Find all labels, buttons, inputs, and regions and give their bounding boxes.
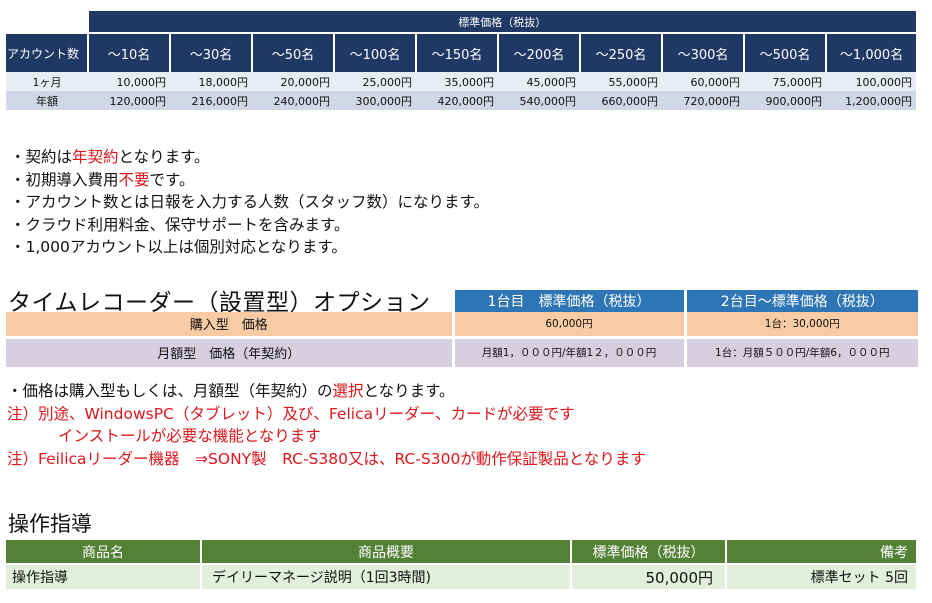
time-recorder-header-row: 1台目 標準価格（税抜） 2台目～標準価格（税抜） [6,290,918,312]
product-summary: デイリーマネージ説明（1回3時間) [200,563,571,589]
training-table: 商品名 商品概要 標準価格（税抜） 備考 操作指導 デイリーマネージ説明（1回3… [6,540,916,589]
price-cell: 60,000円 [451,312,685,337]
note-text: ・価格は購入型もしくは、月額型（年契約）の [7,382,333,400]
time-recorder-table: 1台目 標準価格（税抜） 2台目～標準価格（税抜） 購入型 価格 60,000円… [6,290,918,367]
product-name-header: 商品名 [6,540,201,564]
price-cell: 216,000円 [170,91,252,110]
price-cell: 18,000円 [170,72,252,91]
column-header: ～30名 [169,32,252,72]
note-line: ・初期導入費用不要です。 [10,169,489,192]
note-line: ・価格は購入型もしくは、月額型（年契約）の選択となります。 [7,380,646,403]
contract-notes: ・契約は年契約となります。 ・初期導入費用不要です。 ・アカウント数とは日報を入… [10,146,489,259]
note-line: ・契約は年契約となります。 [10,146,489,169]
pricing-table: 標準価格（税抜） アカウント数 ～10名 ～30名 ～50名 ～100名 ～15… [6,11,917,110]
table-row: 操作指導 デイリーマネージ説明（1回3時間) 50,000円 標準セット 5回 [6,563,916,589]
standard-price-header: 標準価格（税抜） [570,540,726,564]
note-highlight: 選択 [332,382,364,400]
price-cell: 45,000円 [498,72,580,91]
account-count-header: アカウント数 [6,32,88,72]
time-recorder-blank [6,290,453,312]
price-cell: 540,000円 [498,91,580,110]
column-header: ～50名 [251,32,334,72]
column-header: ～1,000名 [824,32,917,72]
caution-line: 注）別途、WindowsPC（タブレット）及び、Felicaリーダー、カードが必… [7,404,575,423]
price-cell: 月額1，０００円/年額1２，０００円 [451,335,685,367]
price-cell: 1台：30,000円 [683,312,918,337]
price-cell: 660,000円 [580,91,662,110]
note-highlight: 不要 [118,170,150,189]
product-name: 操作指導 [6,563,201,589]
product-summary-header: 商品概要 [200,540,571,564]
table-row-monthly-plan: 月額型 価格（年契約） 月額1，０００円/年額1２，０００円 1台：月額５００円… [6,335,918,367]
price-cell: 100,000円 [826,72,917,91]
note-line: ・クラウド利用料金、保守サポートを含みます。 [10,215,350,234]
remarks: 標準セット 5回 [725,563,916,589]
column-header: ～10名 [87,32,170,72]
note-text: となります。 [118,148,210,166]
col2-header: 2台目～標準価格（税抜） [683,290,918,312]
price-cell: 900,000円 [744,91,826,110]
price-cell: 20,000円 [252,72,334,91]
note-line: ・アカウント数とは日報を入力する人数（スタッフ数）になります。 [10,193,489,211]
note-line: ・1,000アカウント以上は個別対応となります。 [10,238,347,256]
table-row-annual: 年額 120,000円 216,000円 240,000円 300,000円 4… [6,91,917,110]
pricing-header-row: アカウント数 ～10名 ～30名 ～50名 ～100名 ～150名 ～200名 … [6,32,917,72]
column-header: ～100名 [333,32,416,72]
pricing-blank-corner [6,11,88,33]
option-notes: ・価格は購入型もしくは、月額型（年契約）の選択となります。 注）別途、Windo… [7,380,646,470]
training-title: 操作指導 [8,512,92,536]
table-row-monthly: 1ヶ月 10,000円 18,000円 20,000円 25,000円 35,0… [6,72,917,91]
pricing-title: 標準価格（税抜） [87,11,917,33]
note-text: となります。 [363,382,455,400]
price-cell: 60,000円 [662,72,744,91]
note-text: です。 [149,170,195,189]
price-cell: 25,000円 [334,72,416,91]
row-label: 1ヶ月 [6,72,88,91]
price-cell: 1,200,000円 [826,91,917,110]
column-header: ～250名 [579,32,662,72]
price-cell: 35,000円 [416,72,498,91]
price-cell: 420,000円 [416,91,498,110]
price-cell: 720,000円 [662,91,744,110]
note-text: ・初期導入費用 [10,170,119,189]
row-label: 年額 [6,91,88,110]
note-text: ・契約は [10,148,73,166]
row-label: 購入型 価格 [6,312,453,337]
remarks-header: 備考 [725,540,916,564]
note-highlight: 年契約 [72,148,119,166]
standard-price: 50,000円 [570,563,726,589]
column-header: ～200名 [497,32,580,72]
price-cell: 10,000円 [88,72,170,91]
price-cell: 55,000円 [580,72,662,91]
column-header: ～150名 [415,32,498,72]
training-header-row: 商品名 商品概要 標準価格（税抜） 備考 [6,540,916,564]
col1-header: 1台目 標準価格（税抜） [451,290,685,312]
price-cell: 1台：月額５００円/年額6，０００円 [683,335,918,367]
price-cell: 300,000円 [334,91,416,110]
column-header: ～500名 [743,32,826,72]
column-header: ～300名 [661,32,744,72]
table-row-purchase: 購入型 価格 60,000円 1台：30,000円 [6,312,918,337]
caution-line: インストールが必要な機能となります [58,427,321,445]
price-cell: 120,000円 [88,91,170,110]
caution-line: 注）Feilicaリーダー機器 ⇒SONY製 RC-S380又は、RC-S300… [7,449,646,468]
row-label: 月額型 価格（年契約） [6,335,453,367]
price-cell: 240,000円 [252,91,334,110]
price-cell: 75,000円 [744,72,826,91]
